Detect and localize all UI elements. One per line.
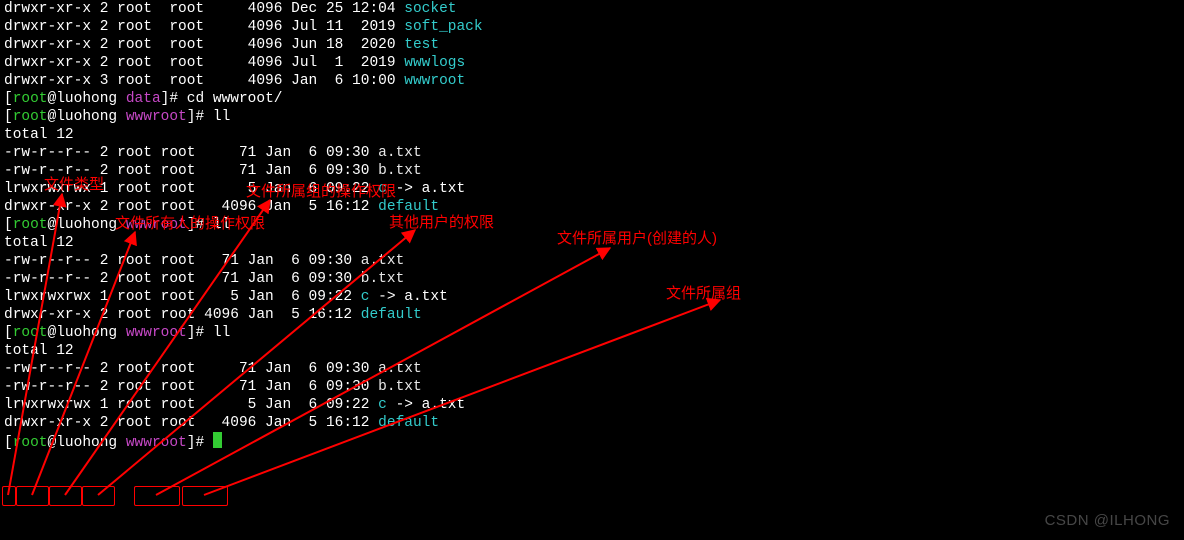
box-group: [182, 486, 228, 506]
box-filetype: [2, 486, 16, 506]
box-owner: [134, 486, 180, 506]
box-other-perm: [82, 486, 115, 506]
box-group-perm: [49, 486, 82, 506]
watermark: CSDN @ILHONG: [1045, 512, 1170, 530]
terminal: drwxr-xr-x 2 root root 4096 Dec 25 12:04…: [0, 0, 1184, 452]
box-owner-perm: [16, 486, 49, 506]
